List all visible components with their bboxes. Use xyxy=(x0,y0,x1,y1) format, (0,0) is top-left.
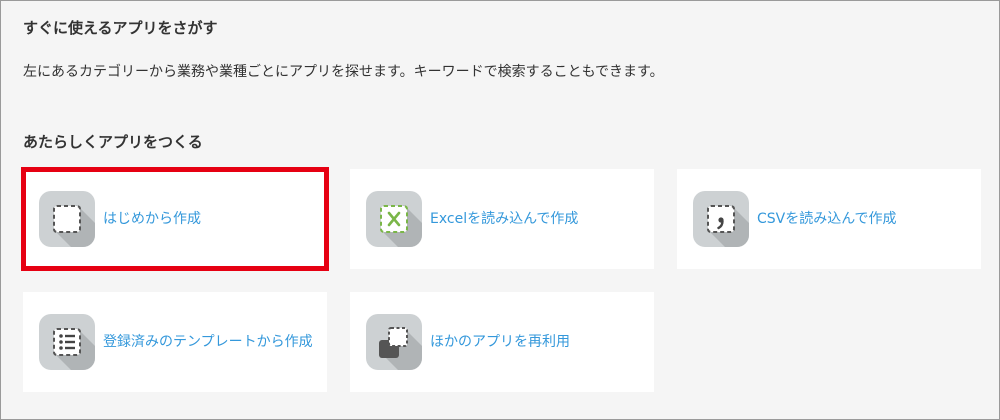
card-label: はじめから作成 xyxy=(103,211,201,227)
create-from-scratch-card[interactable]: はじめから作成 xyxy=(21,167,329,271)
blank-app-icon xyxy=(39,191,95,247)
reuse-app-card[interactable]: ほかのアプリを再利用 xyxy=(350,292,654,392)
card-label: 登録済みのテンプレートから作成 xyxy=(103,334,313,350)
import-csv-card[interactable]: CSVを読み込んで作成 xyxy=(677,169,981,269)
card-label: CSVを読み込んで作成 xyxy=(757,211,897,227)
excel-import-icon xyxy=(366,191,422,247)
section-description: 左にあるカテゴリーから業務や業種ごとにアプリを探せます。キーワードで検索すること… xyxy=(23,64,664,80)
template-list-icon xyxy=(39,314,95,370)
csv-import-icon xyxy=(693,191,749,247)
create-from-template-card[interactable]: 登録済みのテンプレートから作成 xyxy=(23,292,327,392)
import-excel-card[interactable]: Excelを読み込んで作成 xyxy=(350,169,654,269)
card-label: ほかのアプリを再利用 xyxy=(430,334,570,350)
card-label: Excelを読み込んで作成 xyxy=(430,211,579,227)
section-title: すぐに使えるアプリをさがす xyxy=(23,19,218,37)
reuse-app-icon xyxy=(366,314,422,370)
app-create-panel: すぐに使えるアプリをさがす 左にあるカテゴリーから業務や業種ごとにアプリを探せま… xyxy=(0,0,1000,420)
create-app-heading: あたらしくアプリをつくる xyxy=(23,133,203,151)
